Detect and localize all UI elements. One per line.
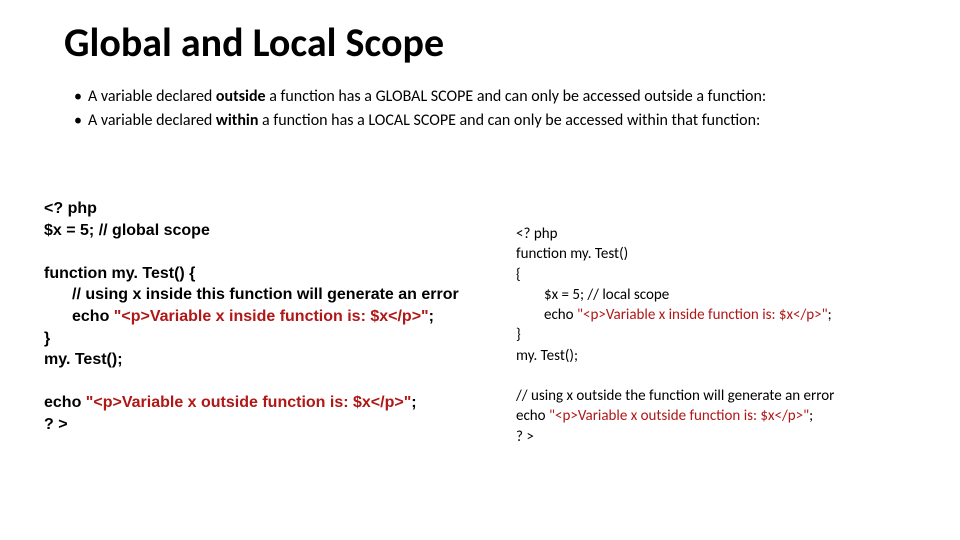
code-line: }: [516, 325, 936, 345]
code-line: echo "<p>Variable x inside function is: …: [516, 305, 936, 325]
code-frag: echo: [516, 306, 577, 324]
code-line: echo "<p>Variable x outside function is:…: [44, 392, 484, 414]
code-frag: ;: [809, 407, 813, 425]
bullet-dot: •: [74, 110, 88, 132]
code-string: "<p>Variable x outside function is: $x</…: [86, 394, 412, 411]
code-line: {: [516, 265, 936, 285]
code-line: $x = 5; // global scope: [44, 220, 484, 242]
code-line: function my. Test() {: [44, 263, 484, 285]
code-frag: ;: [828, 306, 832, 324]
bullet-post: a function has a LOCAL SCOPE and can onl…: [258, 111, 760, 130]
code-line: $x = 5; // local scope: [516, 285, 936, 305]
slide-title: Global and Local Scope: [64, 18, 444, 67]
code-line: ? >: [516, 427, 936, 447]
bullet-strong: within: [216, 111, 259, 130]
code-block-local: <? php function my. Test() { $x = 5; // …: [516, 224, 936, 447]
code-line: // using x inside this function will gen…: [44, 284, 484, 306]
bullet-post: a function has a GLOBAL SCOPE and can on…: [266, 87, 767, 106]
code-block-global: <? php $x = 5; // global scope function …: [44, 198, 484, 436]
bullet-strong: outside: [216, 87, 266, 106]
code-frag: echo: [44, 394, 86, 411]
bullet-item: • A variable declared outside a function…: [74, 86, 920, 108]
code-line: <? php: [44, 198, 484, 220]
bullet-dot: •: [74, 86, 88, 108]
code-line: }: [44, 328, 484, 350]
code-line: echo "<p>Variable x inside function is: …: [44, 306, 484, 328]
bullet-pre: A variable declared: [88, 111, 216, 130]
bullet-text: A variable declared outside a function h…: [88, 86, 766, 108]
code-line: function my. Test(): [516, 244, 936, 264]
code-line: my. Test();: [44, 349, 484, 371]
code-string: "<p>Variable x outside function is: $x</…: [549, 407, 809, 425]
code-frag: ;: [429, 308, 434, 325]
bullet-list: • A variable declared outside a function…: [74, 86, 920, 135]
code-line: // using x outside the function will gen…: [516, 386, 936, 406]
code-line: my. Test();: [516, 346, 936, 366]
code-line: ? >: [44, 414, 484, 436]
code-frag: ;: [411, 394, 416, 411]
code-line: echo "<p>Variable x outside function is:…: [516, 406, 936, 426]
code-string: "<p>Variable x inside function is: $x</p…: [114, 308, 429, 325]
code-string: "<p>Variable x inside function is: $x</p…: [577, 306, 828, 324]
code-line: <? php: [516, 224, 936, 244]
code-frag: echo: [44, 308, 114, 325]
slide: Global and Local Scope • A variable decl…: [0, 0, 960, 540]
bullet-item: • A variable declared within a function …: [74, 110, 920, 132]
code-frag: echo: [516, 407, 549, 425]
bullet-pre: A variable declared: [88, 87, 216, 106]
bullet-text: A variable declared within a function ha…: [88, 110, 760, 132]
